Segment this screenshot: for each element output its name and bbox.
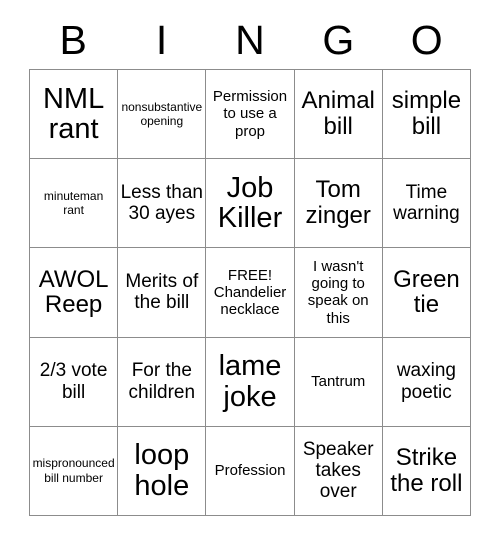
bingo-cell-label: Job Killer <box>217 171 283 235</box>
bingo-cell-label: mispronounced bill number <box>32 456 115 485</box>
bingo-cell[interactable]: 2/3 vote bill <box>30 337 119 427</box>
bingo-cell[interactable]: For the children <box>118 337 207 427</box>
bingo-cell-label: Tom zinger <box>305 176 371 230</box>
bingo-cell-label: Less than 30 ayes <box>120 182 203 225</box>
bingo-cell[interactable]: Tom zinger <box>294 159 383 249</box>
bingo-header-letter-o: O <box>410 17 443 63</box>
bingo-card: B I N G O NML rant nonsubstantive openin… <box>29 0 472 516</box>
bingo-cell[interactable]: nonsubstantive opening <box>118 70 207 160</box>
bingo-cell[interactable]: Time warning <box>382 159 472 249</box>
bingo-cell-label: Animal bill <box>301 87 375 141</box>
bingo-cell-label: simple bill <box>391 87 462 141</box>
bingo-cell-label: Speaker takes over <box>302 438 374 503</box>
bingo-cell[interactable]: loop hole <box>118 426 207 516</box>
bingo-header-letter-g: G <box>322 17 355 63</box>
bingo-cell-label: Profession <box>214 462 286 480</box>
bingo-cell[interactable]: I wasn't going to speak on this <box>294 248 383 338</box>
bingo-cell-label: Green tie <box>393 265 460 319</box>
bingo-cell-label: loop hole <box>134 439 190 502</box>
bingo-header-row: B I N G O <box>29 0 471 69</box>
bingo-cell-label: I wasn't going to speak on this <box>307 257 369 327</box>
bingo-cell[interactable]: Job Killer <box>206 159 295 249</box>
bingo-cell-label: waxing poetic <box>396 360 456 403</box>
bingo-cell[interactable]: mispronounced bill number <box>30 426 119 516</box>
bingo-cell-label: Tantrum <box>311 373 366 391</box>
bingo-cell[interactable]: Green tie <box>382 248 472 338</box>
bingo-cell[interactable]: Animal bill <box>294 70 383 160</box>
bingo-row: minuteman rant Less than 30 ayes Job Kil… <box>30 159 472 249</box>
bingo-cell[interactable]: Tantrum <box>294 337 383 427</box>
bingo-cell-label: nonsubstantive opening <box>121 99 203 129</box>
bingo-row: NML rant nonsubstantive opening Permissi… <box>30 70 472 160</box>
bingo-cell-label: Permission to use a prop <box>212 88 288 140</box>
bingo-grid: NML rant nonsubstantive opening Permissi… <box>29 69 472 516</box>
bingo-cell[interactable]: NML rant <box>30 70 119 160</box>
bingo-header-letter-i: I <box>155 17 168 63</box>
bingo-row: 2/3 vote bill For the children lame joke… <box>30 337 472 427</box>
bingo-cell-label: Merits of the bill <box>125 271 199 314</box>
bingo-cell[interactable]: lame joke <box>206 337 295 427</box>
bingo-cell[interactable]: Less than 30 ayes <box>118 159 207 249</box>
bingo-header-letter-b: B <box>59 17 87 63</box>
bingo-header-letter-n: N <box>235 17 265 63</box>
bingo-row: mispronounced bill number loop hole Prof… <box>30 426 472 516</box>
bingo-cell[interactable]: Permission to use a prop <box>206 70 295 160</box>
bingo-cell[interactable]: Strike the roll <box>382 426 472 516</box>
bingo-cell[interactable]: waxing poetic <box>382 337 472 427</box>
bingo-cell-label: Time warning <box>393 182 460 225</box>
bingo-cell[interactable]: AWOL Reep <box>30 248 119 338</box>
bingo-cell[interactable]: Merits of the bill <box>118 248 207 338</box>
bingo-cell[interactable]: Profession <box>206 426 295 516</box>
bingo-cell-label: 2/3 vote bill <box>39 360 108 403</box>
bingo-cell-label: NML rant <box>42 82 105 146</box>
bingo-cell-label: minuteman rant <box>43 188 104 218</box>
bingo-cell-label: FREE! Chandelier necklace <box>213 266 287 319</box>
bingo-cell-label: lame joke <box>218 350 282 413</box>
bingo-cell[interactable]: minuteman rant <box>30 159 119 249</box>
bingo-cell[interactable]: Speaker takes over <box>294 426 383 516</box>
bingo-cell[interactable]: simple bill <box>382 70 472 160</box>
bingo-row: AWOL Reep Merits of the bill FREE! Chand… <box>30 248 472 338</box>
bingo-cell-label: AWOL Reep <box>38 265 109 319</box>
bingo-cell-label: Strike the roll <box>390 443 463 497</box>
bingo-cell[interactable]: FREE! Chandelier necklace <box>206 248 295 338</box>
bingo-cell-label: For the children <box>128 360 196 403</box>
